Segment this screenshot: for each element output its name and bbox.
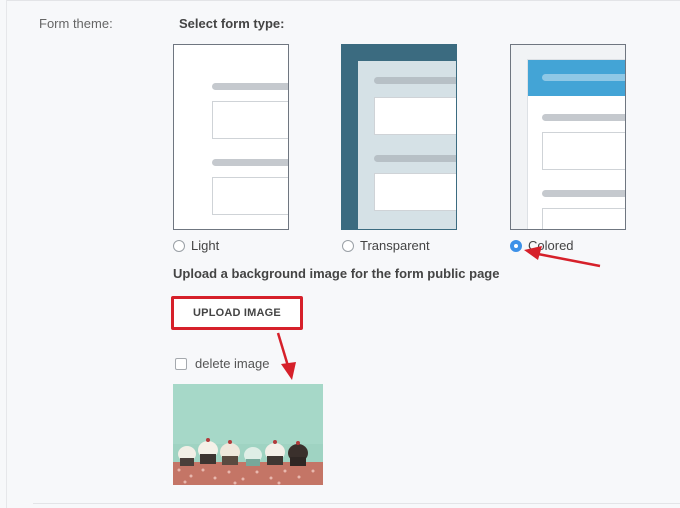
radio-transparent-button[interactable] — [342, 239, 354, 252]
field-label-bar — [374, 77, 456, 84]
radio-light[interactable]: Light — [173, 238, 219, 253]
colored-header — [528, 60, 625, 96]
radio-colored[interactable]: Colored — [510, 238, 574, 253]
theme-thumb-transparent[interactable] — [341, 44, 457, 230]
radio-transparent[interactable]: Transparent — [342, 238, 430, 253]
upload-image-button[interactable]: UPLOAD IMAGE — [171, 296, 303, 330]
theme-thumb-colored[interactable] — [510, 44, 626, 230]
radio-light-label: Light — [191, 238, 220, 253]
background-image-preview — [173, 384, 323, 485]
field-label-bar — [542, 190, 625, 197]
field-box — [542, 132, 625, 170]
radio-light-button[interactable] — [173, 239, 185, 252]
field-label-bar — [212, 159, 288, 166]
theme-thumb-light[interactable] — [173, 44, 289, 230]
field-label-bar — [542, 114, 625, 121]
form-theme-label: Form theme: — [39, 16, 113, 31]
radio-colored-label: Colored — [528, 238, 574, 253]
background-title: Upload a background image for the form p… — [173, 266, 500, 281]
settings-panel: Form theme: Select form type: Light Tran… — [6, 0, 680, 508]
cupcakes-photo — [173, 384, 323, 485]
field-box — [212, 101, 288, 139]
field-box — [374, 173, 456, 211]
delete-image-checkbox[interactable] — [175, 357, 187, 370]
field-label-bar — [212, 83, 288, 90]
transparent-inner-panel — [358, 61, 456, 229]
field-box — [542, 208, 625, 229]
delete-image-label: delete image — [195, 356, 270, 371]
divider-top — [7, 0, 680, 1]
radio-colored-button[interactable] — [510, 239, 522, 252]
select-form-type-title: Select form type: — [179, 16, 285, 31]
field-box — [212, 177, 288, 215]
field-label-bar — [374, 155, 456, 162]
radio-transparent-label: Transparent — [360, 238, 430, 253]
delete-image-row[interactable]: delete image — [175, 356, 269, 371]
field-box — [374, 97, 456, 135]
header-title-bar — [542, 74, 625, 81]
colored-inner-panel — [527, 59, 625, 229]
divider-bottom — [33, 503, 680, 504]
